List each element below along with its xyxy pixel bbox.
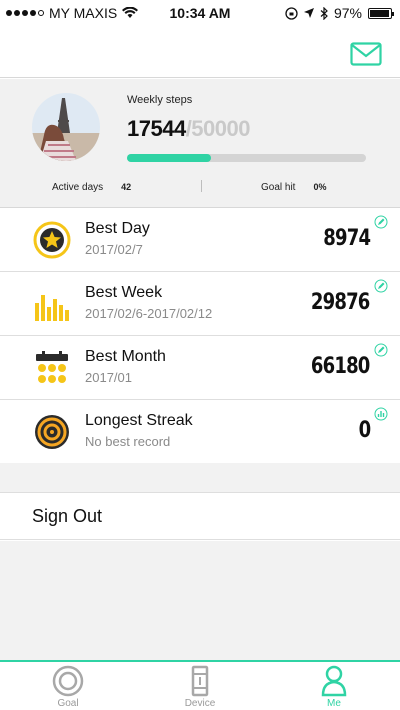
record-title: Best Month bbox=[85, 348, 166, 365]
record-title: Best Day bbox=[85, 220, 150, 237]
steps-goal: /50000 bbox=[185, 116, 251, 141]
steps-progress-fill bbox=[127, 154, 211, 162]
pencil-icon[interactable] bbox=[374, 279, 388, 293]
active-days-value: 42 bbox=[121, 182, 132, 192]
tab-bar: Goal Device Me bbox=[0, 660, 400, 710]
record-title: Best Week bbox=[85, 284, 163, 301]
tab-device[interactable]: Device bbox=[160, 665, 240, 710]
record-date: 2017/02/6-2017/02/12 bbox=[85, 306, 213, 321]
record-status: No best record bbox=[85, 434, 171, 449]
profile-card: Weekly steps 17544/50000 Active days 42 G… bbox=[0, 79, 400, 208]
location-icon bbox=[303, 8, 314, 18]
target-ring-icon bbox=[52, 665, 84, 697]
empty-area bbox=[0, 541, 400, 660]
record-best-month[interactable]: Best Month 2017/01 66180 bbox=[0, 336, 400, 400]
person-icon bbox=[321, 665, 347, 697]
section-spacer bbox=[0, 463, 400, 493]
status-right: 97% bbox=[285, 5, 394, 21]
record-title: Longest Streak bbox=[85, 412, 193, 429]
tab-goal[interactable]: Goal bbox=[28, 665, 108, 710]
rotation-lock-icon bbox=[285, 6, 298, 20]
tab-me[interactable]: Me bbox=[294, 665, 374, 710]
pencil-icon[interactable] bbox=[374, 215, 388, 229]
goal-hit-value: 0% bbox=[313, 182, 327, 192]
sign-out-button[interactable]: Sign Out bbox=[0, 494, 400, 540]
device-band-icon bbox=[191, 665, 209, 697]
record-longest-streak[interactable]: Longest Streak No best record 0 bbox=[0, 400, 400, 464]
sign-out-label: Sign Out bbox=[32, 506, 103, 526]
stats-divider bbox=[201, 180, 202, 192]
mail-icon[interactable] bbox=[350, 42, 382, 66]
goal-hit: Goal hit 0% bbox=[261, 182, 326, 193]
chart-icon[interactable] bbox=[374, 407, 388, 421]
avatar[interactable] bbox=[32, 93, 100, 161]
weekly-steps-value: 17544/50000 bbox=[127, 116, 250, 142]
record-best-day[interactable]: Best Day 2017/02/7 8974 bbox=[0, 208, 400, 272]
bluetooth-icon bbox=[320, 6, 328, 20]
weekly-steps-label: Weekly steps bbox=[127, 94, 193, 106]
target-icon bbox=[35, 415, 69, 449]
goal-hit-label: Goal hit bbox=[261, 182, 296, 193]
battery-percent: 97% bbox=[333, 5, 362, 21]
status-bar: MY MAXIS 10:34 AM 97% bbox=[0, 0, 400, 26]
active-days-label: Active days bbox=[52, 182, 104, 193]
record-best-week[interactable]: Best Week 2017/02/6-2017/02/12 29876 bbox=[0, 272, 400, 336]
record-value: 66180 bbox=[311, 354, 370, 379]
star-medal-icon bbox=[33, 221, 71, 259]
steps-progress-bar bbox=[127, 154, 366, 162]
record-value: 29876 bbox=[311, 290, 370, 315]
pencil-icon[interactable] bbox=[374, 343, 388, 357]
tab-label: Me bbox=[327, 698, 341, 709]
active-days: Active days 42 bbox=[52, 182, 131, 193]
battery-icon bbox=[368, 7, 394, 19]
top-nav bbox=[0, 26, 400, 78]
calendar-icon bbox=[36, 351, 68, 383]
steps-current: 17544 bbox=[127, 116, 186, 141]
record-date: 2017/02/7 bbox=[85, 242, 143, 257]
record-value: 0 bbox=[358, 418, 371, 443]
record-date: 2017/01 bbox=[85, 370, 132, 385]
tab-label: Device bbox=[184, 698, 216, 709]
tab-label: Goal bbox=[57, 698, 79, 709]
record-value: 8974 bbox=[323, 226, 371, 251]
bar-chart-icon bbox=[35, 295, 69, 321]
